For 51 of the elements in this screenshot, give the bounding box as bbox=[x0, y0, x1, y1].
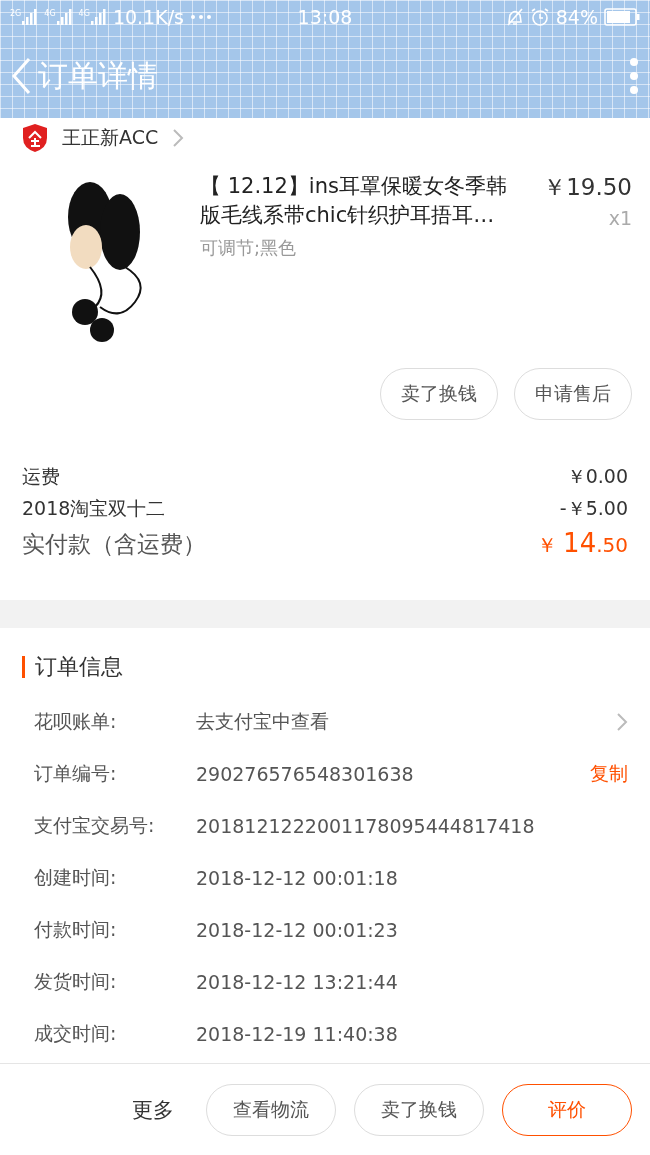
signal-icon bbox=[90, 9, 107, 25]
back-icon[interactable] bbox=[10, 56, 32, 96]
total-amount: ￥ 14.50 bbox=[536, 528, 628, 559]
clock: 13:08 bbox=[297, 6, 353, 28]
signal-icon bbox=[22, 9, 39, 25]
fee-label: 运费 bbox=[22, 464, 60, 489]
more-icon[interactable] bbox=[628, 57, 640, 95]
network-speed: 10.1K/s bbox=[112, 6, 184, 28]
info-value: 2018-12-19 11:40:38 bbox=[196, 1023, 399, 1045]
info-label: 发货时间: bbox=[34, 969, 118, 994]
alarm-icon bbox=[529, 7, 550, 27]
more-link[interactable]: 更多 bbox=[132, 1096, 174, 1124]
shop-name[interactable]: 王正新ACC bbox=[62, 125, 159, 151]
info-label: 支付宝交易号: bbox=[34, 813, 156, 838]
info-value[interactable]: 去支付宝中查看 bbox=[196, 709, 616, 735]
info-value: 2018-12-12 13:21:44 bbox=[196, 971, 399, 993]
network-label: 2G bbox=[10, 9, 22, 18]
chevron-right-icon[interactable] bbox=[616, 712, 628, 732]
product-quantity: x1 bbox=[608, 207, 632, 229]
info-label: 花呗账单: bbox=[34, 709, 118, 734]
total-label: 实付款（含运费） bbox=[22, 530, 206, 559]
fee-value: -￥5.00 bbox=[559, 496, 628, 521]
signal-icon bbox=[56, 9, 73, 25]
network-label: 4G bbox=[44, 9, 56, 18]
fee-label: 2018淘宝双十二 bbox=[22, 496, 166, 521]
network-label: 4G bbox=[78, 9, 90, 18]
info-label: 付款时间: bbox=[34, 917, 118, 942]
product-variant: 可调节;黑色 bbox=[200, 236, 298, 260]
info-value: 2018-12-12 00:01:23 bbox=[196, 919, 399, 941]
product-title[interactable]: 【 12.12】ins耳罩保暖女冬季韩版毛线系带chic针织护耳捂耳… bbox=[200, 172, 524, 230]
action-button[interactable]: 卖了换钱 bbox=[380, 368, 498, 420]
info-value: 2018-12-12 00:01:18 bbox=[196, 867, 399, 889]
accent-bar bbox=[22, 656, 25, 678]
info-value: 290276576548301638 bbox=[196, 763, 415, 785]
chevron-right-icon[interactable] bbox=[172, 128, 185, 148]
bell-off-icon bbox=[505, 7, 524, 27]
info-label: 成交时间: bbox=[34, 1021, 118, 1046]
info-value: 2018121222001178095444817418 bbox=[196, 815, 536, 837]
section-title: 订单信息 bbox=[35, 653, 123, 681]
battery-percent: 84% bbox=[555, 6, 598, 28]
page-title: 订单详情 bbox=[38, 56, 158, 95]
shield-icon bbox=[22, 123, 48, 153]
info-label: 创建时间: bbox=[34, 865, 118, 890]
info-label: 订单编号: bbox=[34, 761, 118, 786]
product-price: ￥19.50 bbox=[543, 173, 632, 202]
fee-value: ￥0.00 bbox=[566, 464, 628, 489]
battery-icon bbox=[604, 8, 640, 26]
more-icon bbox=[189, 14, 212, 20]
action-button[interactable]: 查看物流 bbox=[206, 1084, 336, 1136]
action-button[interactable]: 卖了换钱 bbox=[354, 1084, 484, 1136]
action-button[interactable]: 申请售后 bbox=[514, 368, 632, 420]
